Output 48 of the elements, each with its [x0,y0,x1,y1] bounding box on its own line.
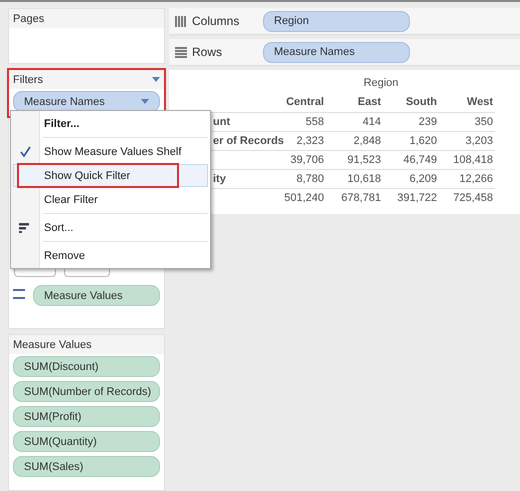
measure-pill[interactable]: SUM(Profit) [13,406,160,427]
menu-item[interactable]: Clear Filter [13,188,208,211]
filter-pill[interactable]: Measure Names [13,91,160,112]
column-header: South [404,95,438,110]
table-cell: 678,781 [326,188,383,207]
measure-pill[interactable]: Measure Values [33,285,160,306]
rows-icon [175,46,187,58]
table-cell: 6,209 [383,169,439,188]
table-cell: 46,749 [383,150,439,169]
table-cell: 91,523 [326,150,383,169]
table-cell: 1,620 [383,131,439,150]
shelf-label: Columns [175,14,255,28]
table-cell: 108,418 [439,150,495,169]
table-cell: 239 [383,112,439,131]
shelf-label: Rows [175,45,255,59]
column-header: West [466,95,494,110]
panel-title: Pages [13,12,44,24]
table-cell: 8,780 [269,169,326,188]
column-header: East [356,95,382,110]
column-header: Central [285,95,325,110]
table-cell: 350 [439,112,495,131]
shelf-pill[interactable]: Region [263,10,410,32]
table-cell: 414 [326,112,383,131]
checkmark-icon [19,146,31,158]
measure-pill[interactable]: SUM(Number of Records) [13,381,160,402]
table-cell: 10,618 [326,169,383,188]
column-header: Region [362,76,400,91]
dropdown-icon[interactable] [152,77,160,82]
menu-item[interactable]: Remove [13,244,208,267]
menu-item[interactable]: Sort... [13,216,208,239]
panel-title: Measure Values [13,338,92,350]
measure-pill[interactable]: SUM(Discount) [13,356,160,377]
table-cell: 725,458 [439,188,495,207]
shelf-pill[interactable]: Measure Names [263,42,410,62]
table-cell: 391,722 [383,188,439,207]
caret-icon[interactable] [141,99,149,104]
measure-pill[interactable]: SUM(Quantity) [13,431,160,452]
panel-title: Filters [13,74,43,86]
menu-item[interactable]: Show Quick Filter [13,164,208,187]
table-cell: 3,203 [439,131,495,150]
sort-icon [19,222,29,232]
table-cell: 501,240 [269,188,326,207]
measure-pill[interactable]: SUM(Sales) [13,456,160,477]
table-cell: 558 [269,112,326,131]
table-cell: 12,266 [439,169,495,188]
table-cell: 39,706 [269,150,326,169]
columns-icon [175,16,187,26]
table-cell: 2,848 [326,131,383,150]
